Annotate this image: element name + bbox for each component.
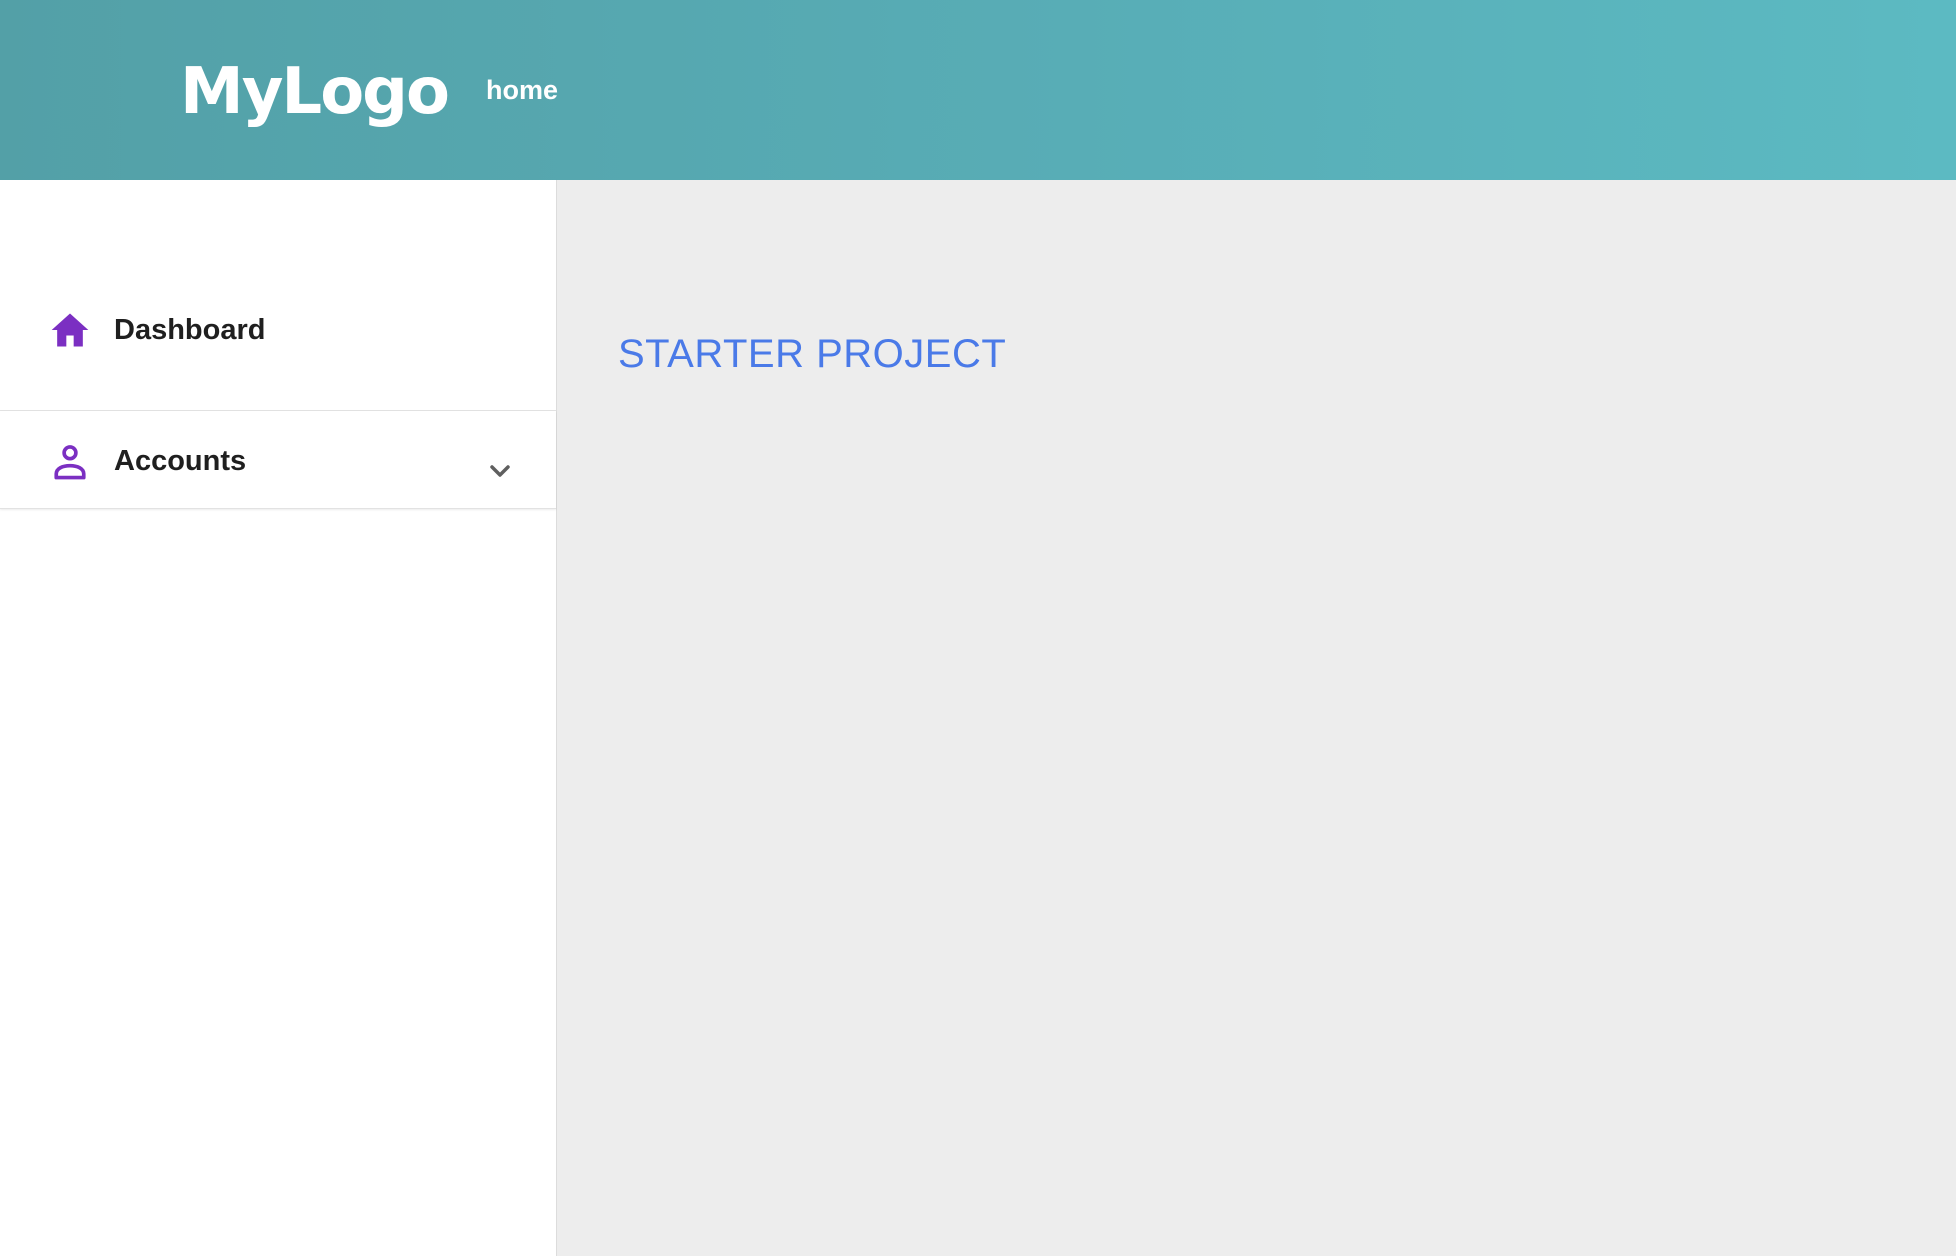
sidebar-item-accounts[interactable]: Accounts [0,411,556,509]
user-icon [54,445,86,480]
chevron-down-icon[interactable] [484,455,516,487]
nav-home-link[interactable]: home [486,72,558,108]
app-page: MyLogo home Dashboard Accounts STARTER P… [0,0,1956,1256]
sidebar-item-label: Accounts [114,445,247,477]
top-header: MyLogo home [0,0,1956,180]
sidebar-item-dashboard[interactable]: Dashboard [0,180,556,411]
logo[interactable]: MyLogo [180,52,450,132]
page-title: STARTER PROJECT [618,332,1007,376]
home-icon [51,313,89,347]
main-content: STARTER PROJECT [557,180,1956,1256]
sidebar: Dashboard Accounts [0,180,557,1256]
sidebar-item-label: Dashboard [114,314,266,346]
